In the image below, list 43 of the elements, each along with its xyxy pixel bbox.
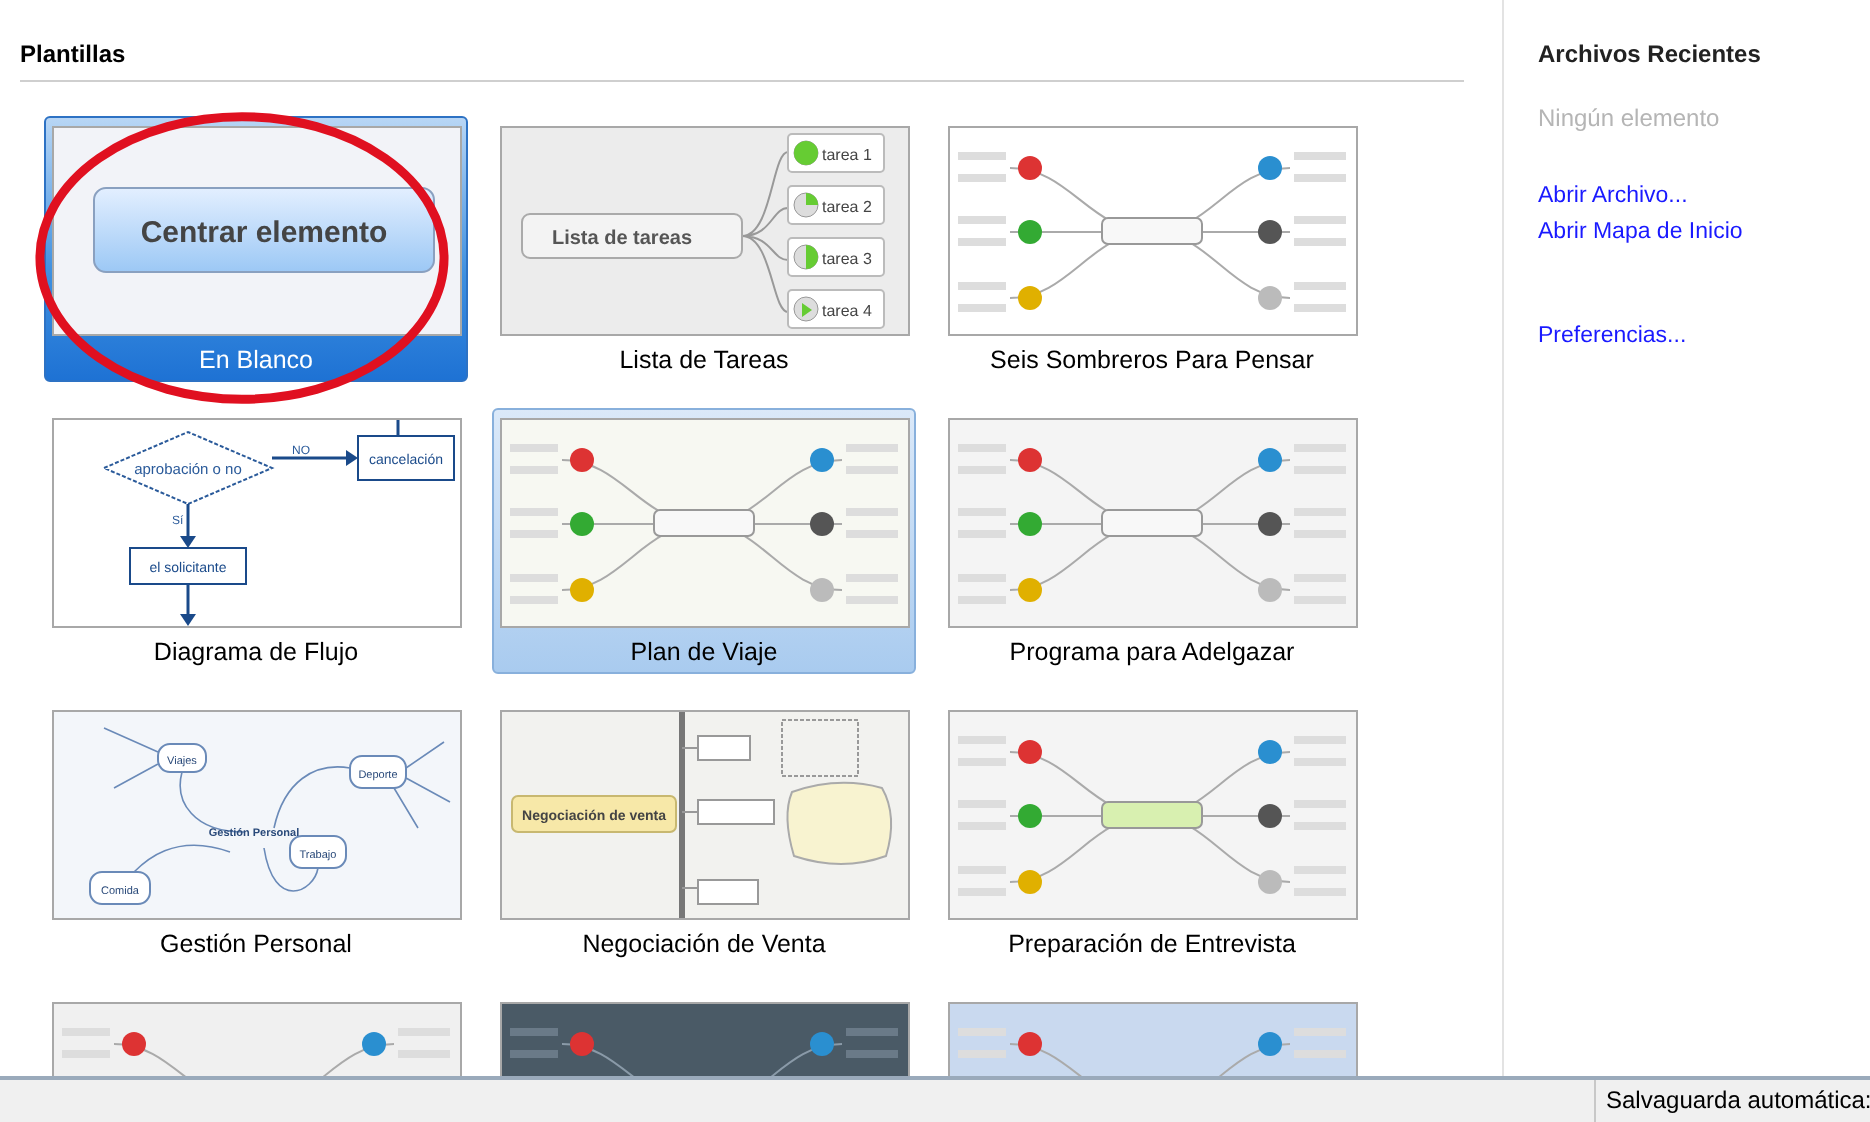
empty-message: Ningún elemento: [1538, 104, 1722, 132]
template-tile[interactable]: Programa para Adelgazar: [940, 408, 1364, 674]
progress-icon: [792, 140, 818, 166]
template-label: Negociación de Venta: [582, 930, 826, 958]
process-box: [128, 547, 246, 585]
template-label: En Blanco: [199, 346, 313, 374]
preferences-link[interactable]: Preferencias...: [1538, 324, 1687, 348]
template-label: Seis Sombreros Para Pensar: [990, 346, 1314, 374]
template-label: Preparación de Entrevista: [1008, 930, 1296, 958]
template-label: Gestión Personal: [160, 930, 352, 958]
template-tile[interactable]: Seis Sombreros Para Pensar: [940, 116, 1364, 382]
template-label: Diagrama de Flujo: [153, 638, 359, 666]
open-link[interactable]: Abrir Archivo...: [1538, 184, 1688, 208]
template-tile[interactable]: Preparación de Entrevista: [940, 700, 1364, 966]
template-label: Lista de Tareas: [619, 346, 789, 374]
node-text: Lista de tareas: [550, 228, 692, 250]
template-tile[interactable]: Plan de Viaje: [492, 408, 916, 674]
node-box: [348, 755, 406, 789]
progress-icon: [792, 192, 818, 218]
process-box: [356, 435, 454, 481]
node-text: tarea 2: [821, 198, 871, 216]
progress-icon: [792, 296, 818, 322]
boundary-frame: [780, 719, 858, 777]
open-link[interactable]: Abrir Mapa de Inicio: [1538, 220, 1743, 244]
node-box: [88, 871, 150, 905]
cloud-shape: [785, 781, 892, 865]
connector-line: [395, 420, 399, 436]
node-box: [156, 743, 206, 773]
template-label: Plan de Viaje: [630, 638, 778, 666]
panel-title: Archivos Recientes: [1538, 40, 1763, 68]
template-tile[interactable]: Centrar elemento En Blanco: [44, 116, 468, 382]
panel-title: Plantillas: [20, 40, 1464, 82]
node-text: tarea 1: [821, 146, 871, 164]
node-text: tarea 4: [821, 302, 871, 320]
progress-icon: [792, 244, 818, 270]
node-box: [288, 835, 346, 869]
flow-arrow: [179, 504, 195, 548]
node-text: Centrar elemento: [139, 216, 387, 250]
flow-arrow: [179, 584, 195, 626]
template-label: Programa para Adelgazar: [1009, 638, 1295, 666]
template-tile[interactable]: Lista de tareas tarea 1 tarea 2 tarea 3 tarea 4 Lista de Tareas: [492, 116, 916, 382]
node-text: tarea 3: [821, 250, 871, 268]
autosave-status: Salvaguarda automática:: [1594, 1080, 1870, 1122]
